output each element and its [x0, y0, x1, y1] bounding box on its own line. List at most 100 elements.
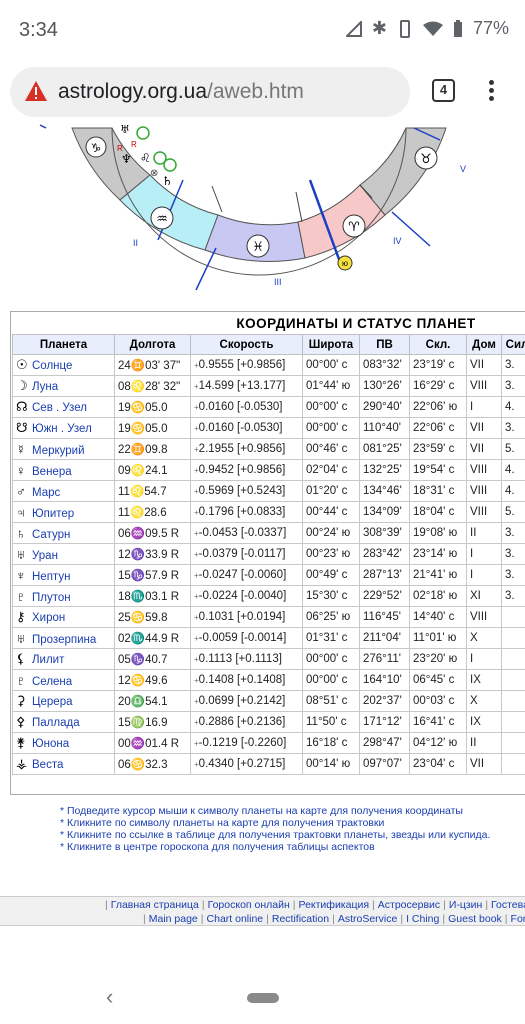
footer-link[interactable]: Main page — [149, 913, 198, 925]
planet-cell[interactable]: ♂ Марс — [12, 480, 115, 502]
neptune-icon[interactable]: ♆ — [121, 152, 132, 166]
horoscope-chart[interactable]: ♒ ♓ ♈ ♉ ♑ ♆ ♅ ♌ ♄ ⊗ R R ю II III IV V — [0, 123, 525, 303]
footer-link[interactable]: Гостева — [491, 899, 525, 911]
footer-link[interactable]: Главная страница — [111, 899, 199, 911]
lilith-icon[interactable]: ♌ — [140, 151, 151, 165]
planet-marker[interactable] — [163, 158, 177, 172]
latitude-cell: 11°50' с — [302, 711, 360, 733]
table-row: ☿ Меркурий 22♊09.8 +2.1955 [+0.9856] 00°46' … — [12, 438, 525, 460]
planet-name-link[interactable]: Сев . Узел — [32, 402, 87, 414]
uranus-icon[interactable]: ♅ — [120, 123, 130, 136]
note-line: * Кликните по символу планеты на карте д… — [60, 817, 385, 829]
planet-name-link[interactable]: Паллада — [32, 717, 80, 729]
planet-cell[interactable]: ⚳ Церера — [12, 690, 115, 712]
planet-name-link[interactable]: Церера — [32, 696, 73, 708]
col-header-speed: Скорость — [190, 334, 303, 355]
planet-name-link[interactable]: Юпитер — [32, 508, 74, 520]
planet-name-link[interactable]: Меркурий — [32, 445, 85, 457]
table-row: ♂ Марс 11♌54.7 +0.5969 [+0.5243] 01°20' с 134… — [12, 480, 525, 502]
saturn-icon[interactable]: ♄ — [162, 174, 173, 188]
url-text[interactable]: astrology.org.ua/aweb.htm — [58, 80, 304, 104]
juno-icon[interactable]: ⊗ — [150, 168, 158, 179]
declination-cell: 18°04' с — [409, 501, 467, 523]
planet-cell[interactable]: ⚴ Паллада — [12, 711, 115, 733]
planet-cell[interactable]: ☊ Сев . Узел — [12, 396, 115, 418]
table-row: ⚷ Хирон 25♋59.8 +0.1031 [+0.0194] 06°25' ю 11… — [12, 606, 525, 628]
planet-name-link[interactable]: Юнона — [32, 738, 69, 750]
north-node-marker[interactable] — [136, 126, 150, 140]
status-bar: 3:34 ✱ 77% — [0, 0, 525, 58]
house-cell: I — [466, 564, 502, 586]
declination-cell: 11°01' ю — [409, 627, 467, 649]
tab-switcher-button[interactable]: 4 — [432, 79, 455, 102]
planet-name-link[interactable]: Луна — [32, 381, 58, 393]
planet-name-link[interactable]: Прозерпина — [32, 634, 96, 646]
footer-link[interactable]: I Ching — [406, 913, 439, 925]
declination-cell: 16°29' с — [409, 375, 467, 397]
url-bar[interactable]: astrology.org.ua/aweb.htm — [10, 67, 410, 117]
cusp-line — [195, 247, 217, 291]
planet-cell[interactable]: ♇ Плутон — [12, 585, 115, 607]
footer-link[interactable]: AstroService — [338, 913, 398, 925]
longitude-cell: 25♋59.8 — [114, 606, 191, 628]
planet-name-link[interactable]: Лилит — [32, 654, 64, 666]
planet-glyph-icon: ⚵ — [16, 735, 26, 750]
planet-name-link[interactable]: Южн . Узел — [32, 423, 92, 435]
longitude-cell: 05♑40.7 — [114, 648, 191, 670]
planet-cell[interactable]: ⚷ Хирон — [12, 606, 115, 628]
planet-cell[interactable]: ♇ Селена — [12, 669, 115, 691]
back-icon[interactable]: ‹ — [106, 984, 113, 1010]
planet-cell[interactable]: ⚸ Лилит — [12, 648, 115, 670]
longitude-cell: 15♍16.9 — [114, 711, 191, 733]
browser-menu-button[interactable] — [484, 78, 498, 104]
vibrate-icon — [399, 19, 410, 38]
footer-link[interactable]: Forum — [511, 913, 525, 925]
svg-text:♓: ♓ — [252, 240, 264, 255]
power-cell — [501, 627, 525, 649]
planet-cell[interactable]: ♀ Венера — [12, 459, 115, 481]
footer-link[interactable]: Гороскоп онлайн — [208, 899, 290, 911]
home-pill-icon[interactable] — [247, 993, 279, 1003]
planet-cell[interactable]: ☉ Солнце — [12, 354, 115, 376]
planet-name-link[interactable]: Селена — [32, 676, 72, 688]
planet-name-link[interactable]: Венера — [32, 466, 72, 478]
planet-name-link[interactable]: Нептун — [32, 571, 70, 583]
planet-cell[interactable]: ♅ Прозерпина — [12, 627, 115, 649]
planet-cell[interactable]: ⚶ Веста — [12, 753, 115, 775]
planet-name-link[interactable]: Марс — [32, 487, 60, 499]
planet-name-link[interactable]: Сатурн — [32, 529, 70, 541]
footer-link[interactable]: Guest book — [448, 913, 502, 925]
col-header-longitude: Долгота — [114, 334, 191, 355]
planet-cell[interactable]: ♅ Уран — [12, 543, 115, 565]
planet-name-link[interactable]: Плутон — [32, 592, 71, 604]
planet-cell[interactable]: ♃ Юпитер — [12, 501, 115, 523]
footer-link[interactable]: Chart online — [207, 913, 264, 925]
planet-cell[interactable]: ♆ Нептун — [12, 564, 115, 586]
planet-cell[interactable]: ♄ Сатурн — [12, 522, 115, 544]
footer-nav: | Главная страница | Гороскоп онлайн | Ректиф… — [0, 896, 525, 926]
footer-link[interactable]: Rectification — [272, 913, 329, 925]
cusp-line — [295, 191, 303, 223]
footer-link[interactable]: И-цзин — [449, 899, 482, 911]
house-cell: II — [466, 732, 502, 754]
planet-name-link[interactable]: Солнце — [32, 360, 72, 372]
ra-cell: 134°46' — [359, 480, 410, 502]
planet-cell[interactable]: ⚵ Юнона — [12, 732, 115, 754]
table-row: ♀ Венера 09♌24.1 +0.9452 [+0.9856] 02°04' с1… — [12, 459, 525, 481]
table-row: ♄ Сатурн 06♒09.5 R +-0.0453 [-0.0337] 00°24'… — [12, 522, 525, 544]
planet-cell[interactable]: ☋ Южн . Узел — [12, 417, 115, 439]
footer-link[interactable]: Астросервис — [378, 899, 440, 911]
planet-name-link[interactable]: Веста — [32, 759, 63, 771]
col-header-power: Сил — [501, 334, 525, 355]
planet-name-link[interactable]: Уран — [32, 550, 58, 562]
planet-glyph-icon: ⚶ — [16, 756, 28, 771]
planet-cell[interactable]: ☿ Меркурий — [12, 438, 115, 460]
footer-link[interactable]: Ректификация — [299, 899, 370, 911]
speed-cell: +0.2886 [+0.2136] — [190, 711, 303, 733]
speed-cell: +0.1113 [+0.1113] — [190, 648, 303, 670]
not-secure-warning-icon[interactable] — [24, 80, 48, 102]
ra-cell: 211°04' — [359, 627, 410, 649]
planet-name-link[interactable]: Хирон — [32, 612, 65, 624]
latitude-cell: 00°00' с — [302, 648, 360, 670]
planet-cell[interactable]: ☽ Луна — [12, 375, 115, 397]
